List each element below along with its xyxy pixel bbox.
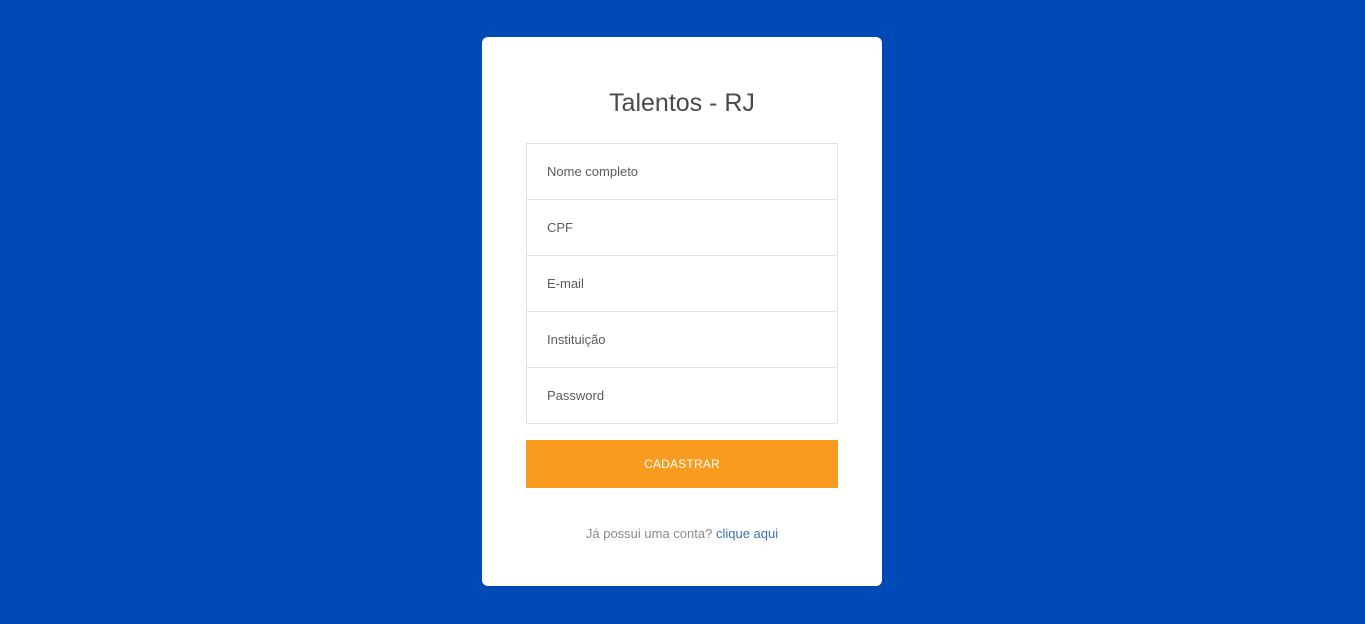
login-prompt: Já possui uma conta? clique aqui [482,525,882,543]
login-link[interactable]: clique aqui [716,526,778,541]
full-name-field[interactable] [526,143,838,200]
page-title: Talentos - RJ [609,89,755,117]
email-field[interactable] [526,255,838,312]
cpf-field[interactable] [526,199,838,256]
institution-field[interactable] [526,311,838,368]
register-card: Talentos - RJ CADASTRAR Já possui uma co… [482,37,882,586]
register-fields [526,143,838,424]
register-button[interactable]: CADASTRAR [526,440,838,488]
password-field[interactable] [526,367,838,424]
login-prompt-text: Já possui uma conta? [585,526,713,541]
